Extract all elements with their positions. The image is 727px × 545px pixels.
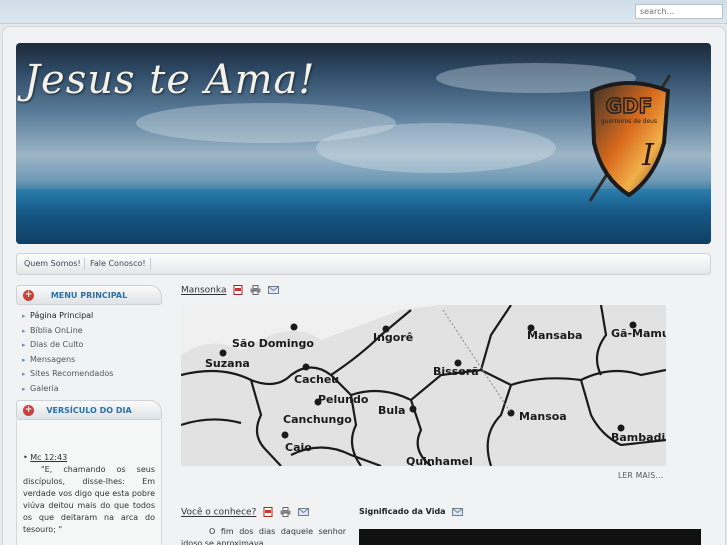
top-bar bbox=[0, 0, 727, 24]
article-title-link[interactable]: Mansonka bbox=[181, 286, 226, 296]
cloud bbox=[316, 123, 556, 173]
nav-divider bbox=[150, 258, 151, 270]
sidebar: + MENU PRINCIPAL ▸ Página Principal ▸ Bíbl… bbox=[16, 285, 162, 545]
banner-title: Jesus te Ama! bbox=[24, 57, 316, 103]
svg-text:I: I bbox=[641, 138, 655, 173]
arrow-right-icon: ▸ bbox=[22, 355, 26, 364]
map-label: Mansoa bbox=[519, 410, 567, 423]
article-2: Você o conhece? O fim dos dias daquele s… bbox=[181, 507, 346, 545]
menu-principal-header: + MENU PRINCIPAL bbox=[16, 285, 162, 305]
article-header: Mansonka bbox=[181, 285, 280, 299]
header-banner: Jesus te Ama! GDF guerreiros de deus I bbox=[16, 43, 711, 244]
menu-item-label: Dias de Culto bbox=[30, 340, 84, 349]
menu-item-dias-de-culto[interactable]: ▸ Dias de Culto bbox=[22, 338, 162, 353]
map-label: Pelundo bbox=[318, 393, 369, 406]
map-label: Suzana bbox=[205, 357, 250, 370]
arrow-right-icon: ▸ bbox=[22, 341, 26, 349]
map-label: Caio bbox=[285, 441, 312, 454]
map-label: Cacheu bbox=[294, 373, 339, 386]
verse-ref-link[interactable]: Mc 12:43 bbox=[30, 453, 67, 462]
pdf-icon[interactable] bbox=[263, 507, 273, 517]
menu-item-biblia-online[interactable]: ▸ Bíblia OnLine bbox=[22, 324, 162, 339]
map-label: Quinhamel bbox=[406, 455, 473, 466]
print-icon[interactable] bbox=[280, 507, 291, 517]
versiculo-header: + VERSÍCULO DO DIA bbox=[16, 400, 162, 420]
email-icon[interactable] bbox=[268, 286, 280, 294]
menu-principal-title: MENU PRINCIPAL bbox=[50, 291, 128, 300]
menu-item-galeria[interactable]: ▸ Galeria bbox=[22, 382, 162, 397]
menu-item-label: Mensagens bbox=[30, 354, 76, 364]
arrow-right-icon: ▸ bbox=[22, 312, 26, 320]
map-label: Mansaba bbox=[527, 329, 582, 342]
arrow-right-icon: ▸ bbox=[22, 326, 26, 335]
top-navigation: Quem Somos! Fale Conosco! bbox=[16, 253, 711, 275]
map-label: Ingorê bbox=[373, 331, 413, 344]
print-icon[interactable] bbox=[250, 285, 261, 295]
pdf-icon[interactable] bbox=[233, 285, 243, 295]
main-menu: ▸ Página Principal ▸ Bíblia OnLine ▸ Dias d… bbox=[16, 305, 162, 400]
menu-item-sites-recomendados[interactable]: ▸ Sites Recomendados bbox=[22, 367, 162, 382]
verse-box: • Mc 12:43 "E, chamando os seus discípul… bbox=[16, 420, 162, 545]
email-icon[interactable] bbox=[452, 507, 464, 516]
menu-item-label: Galeria bbox=[30, 383, 59, 393]
map-label: Gã-Mamu bbox=[611, 327, 666, 340]
menu-item-label: Sites Recomendados bbox=[30, 369, 114, 378]
menu-item-label: Página Principal bbox=[30, 311, 94, 320]
video-player[interactable] bbox=[359, 529, 701, 545]
article-3: Significado da Vida bbox=[359, 507, 704, 545]
article-3-header: Significado da Vida bbox=[359, 507, 704, 517]
verse-ref-line: • Mc 12:43 bbox=[23, 453, 68, 462]
verse-text: "E, chamando os seus discípulos, disse-l… bbox=[23, 465, 155, 534]
menu-item-mensagens[interactable]: ▸ Mensagens bbox=[22, 353, 162, 368]
map-label: Bissorã bbox=[433, 365, 479, 378]
nav-link-quem-somos[interactable]: Quem Somos! bbox=[24, 259, 81, 268]
arrow-right-icon: ▸ bbox=[22, 384, 26, 393]
menu-item-label: Bíblia OnLine bbox=[30, 325, 83, 335]
article-2-header: Você o conhece? bbox=[181, 507, 346, 518]
svg-text:GDF: GDF bbox=[606, 94, 653, 118]
read-more-link[interactable]: LER MAIS... bbox=[618, 471, 664, 480]
versiculo-title: VERSÍCULO DO DIA bbox=[46, 406, 132, 415]
article-2-title-link[interactable]: Você o conhece? bbox=[181, 508, 256, 518]
search-input[interactable] bbox=[635, 4, 723, 19]
shield-logo-icon: GDF guerreiros de deus I bbox=[588, 74, 672, 202]
email-icon[interactable] bbox=[297, 508, 309, 516]
arrow-right-icon: ▸ bbox=[22, 370, 26, 378]
logo-text: guerreiros de deus bbox=[601, 118, 657, 125]
article-3-title: Significado da Vida bbox=[359, 507, 446, 516]
article-2-text: O fim dos dias daquele senhor idoso se a… bbox=[181, 526, 346, 545]
map-label: Bula bbox=[378, 404, 405, 417]
article-map-image: São Domingo Suzana Ingorê Mansaba Gã-Mam… bbox=[181, 305, 666, 466]
map-label: São Domingo bbox=[232, 337, 314, 350]
nav-divider bbox=[84, 258, 85, 270]
map-label: Canchungo bbox=[283, 413, 352, 426]
nav-link-fale-conosco[interactable]: Fale Conosco! bbox=[90, 259, 146, 268]
map-label: Bambadinc bbox=[611, 431, 666, 444]
menu-item-pagina-principal[interactable]: ▸ Página Principal bbox=[22, 309, 162, 324]
